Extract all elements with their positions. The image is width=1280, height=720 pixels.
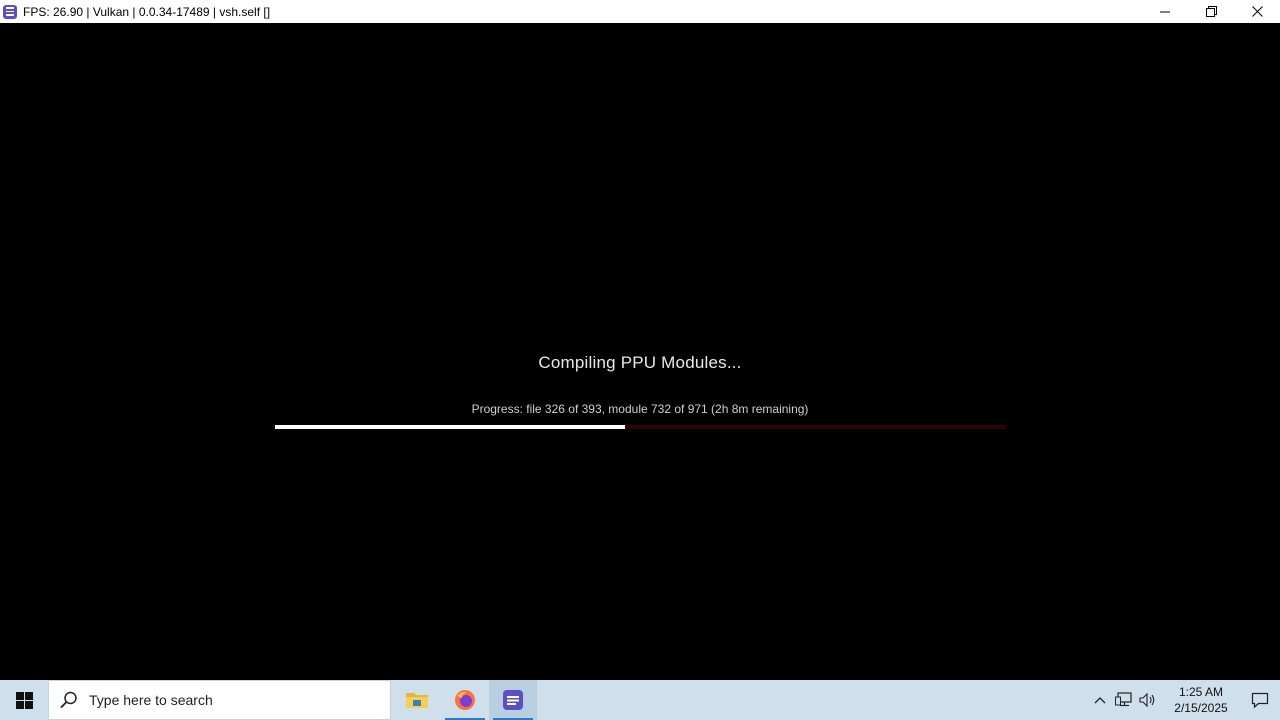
progress-bar-fill xyxy=(275,425,626,429)
taskbar-firefox[interactable] xyxy=(441,680,489,720)
clock-date: 2/15/2025 xyxy=(1174,701,1228,715)
restore-button[interactable] xyxy=(1188,0,1234,23)
show-hidden-icons-button[interactable] xyxy=(1088,680,1112,720)
window-title: FPS: 26.90 | Vulkan | 0.0.34-17489 | vsh… xyxy=(23,4,271,19)
window-controls xyxy=(1142,0,1280,23)
taskbar-search[interactable]: Type here to search xyxy=(48,680,391,720)
search-placeholder: Type here to search xyxy=(89,692,213,708)
taskbar-clock[interactable]: 1:25 AM 2/15/2025 xyxy=(1164,684,1238,716)
taskbar-file-explorer[interactable] xyxy=(393,680,441,720)
chevron-up-icon xyxy=(1094,697,1106,704)
system-tray: 1:25 AM 2/15/2025 xyxy=(1088,680,1280,720)
clock-time: 1:25 AM xyxy=(1178,685,1224,699)
progress-bar xyxy=(275,425,1006,429)
volume-button[interactable] xyxy=(1136,680,1160,720)
volume-icon xyxy=(1139,692,1155,708)
progress-status-text: Progress: file 326 of 393, module 732 of… xyxy=(471,402,809,416)
minimize-icon xyxy=(1160,11,1170,12)
restore-icon xyxy=(1205,6,1217,17)
taskbar-rpcs3[interactable] xyxy=(489,680,537,720)
start-button[interactable] xyxy=(0,680,48,720)
window-titlebar: FPS: 26.90 | Vulkan | 0.0.34-17489 | vsh… xyxy=(0,0,1280,23)
network-icon xyxy=(1115,692,1132,707)
network-button[interactable] xyxy=(1112,680,1136,720)
search-icon xyxy=(60,691,77,709)
minimize-button[interactable] xyxy=(1142,0,1188,23)
notification-icon xyxy=(1251,692,1269,709)
file-explorer-icon xyxy=(406,693,428,708)
render-viewport[interactable]: Compiling PPU Modules... Progress: file … xyxy=(0,23,1280,680)
compile-heading: Compiling PPU Modules... xyxy=(538,353,742,372)
rpcs3-taskbar-icon xyxy=(503,690,523,710)
firefox-icon xyxy=(455,690,475,710)
action-center-button[interactable] xyxy=(1240,680,1280,720)
taskbar: Type here to search 1:25 AM 2/15/2025 xyxy=(0,680,1280,720)
close-icon xyxy=(1251,6,1263,17)
close-button[interactable] xyxy=(1234,0,1280,23)
app-icon xyxy=(3,4,17,19)
windows-start-icon xyxy=(15,691,33,709)
